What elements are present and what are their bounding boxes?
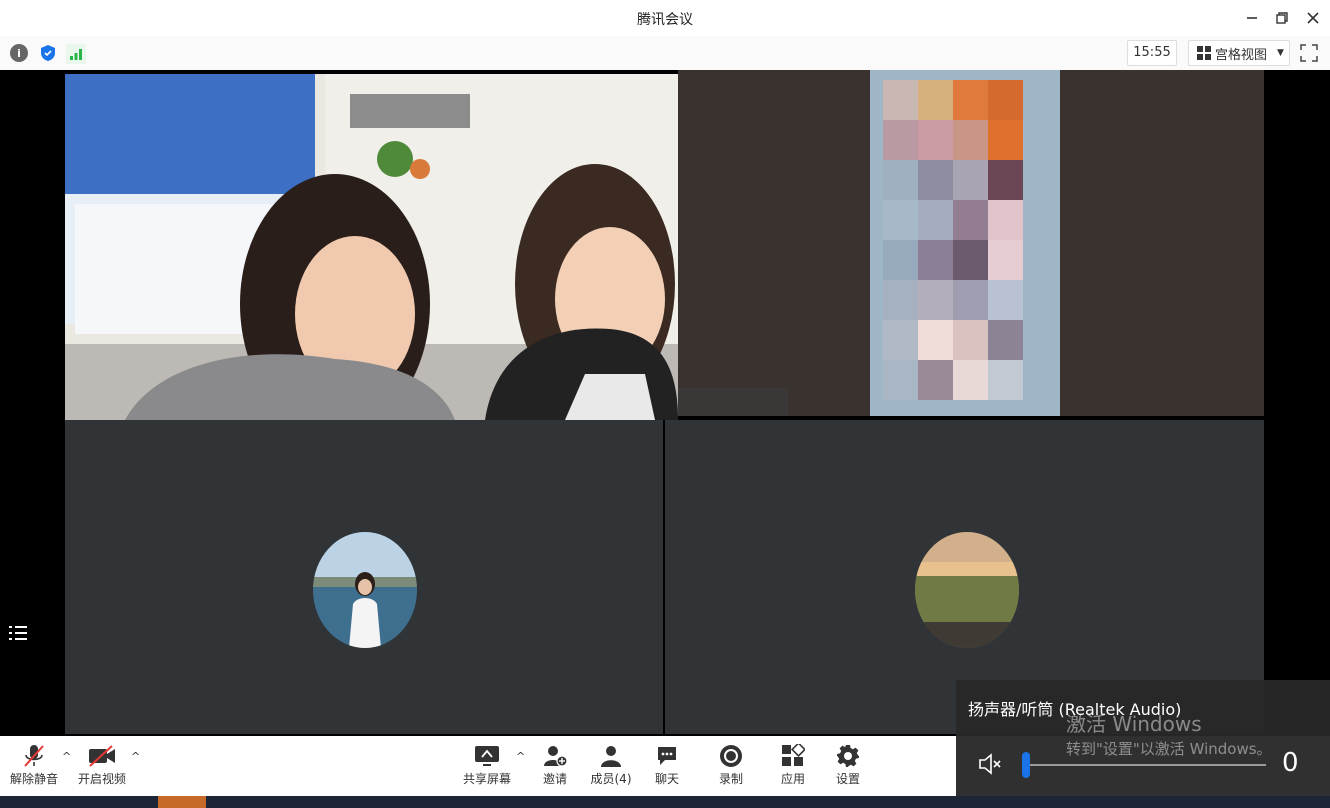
os-taskbar xyxy=(0,796,1330,808)
chat-label: 聊天 xyxy=(654,772,679,786)
signal-icon[interactable] xyxy=(66,44,86,64)
taskbar-app-icon[interactable] xyxy=(158,796,206,808)
grid-icon xyxy=(1197,46,1211,60)
members-button[interactable]: 成员(4) xyxy=(588,742,634,792)
view-mode-label: 宫格视图 xyxy=(1215,47,1268,63)
share-options-chevron-icon[interactable]: ^ xyxy=(516,750,525,763)
speaker-muted-icon[interactable] xyxy=(978,752,1004,779)
video-grid xyxy=(0,70,1330,736)
record-label: 录制 xyxy=(718,772,743,786)
minimize-icon[interactable] xyxy=(1240,6,1264,30)
gear-icon xyxy=(836,742,860,770)
invite-label: 邀请 xyxy=(542,772,567,786)
start-video-label: 开启视频 xyxy=(77,772,126,786)
volume-slider-track[interactable] xyxy=(1026,764,1266,766)
activation-watermark-hint: 转到"设置"以激活 Windows。 xyxy=(1066,740,1272,758)
settings-button[interactable]: 设置 xyxy=(833,742,863,792)
participant-avatar xyxy=(915,532,1019,648)
record-icon xyxy=(719,742,743,770)
video-tile-camera[interactable] xyxy=(65,74,678,420)
add-user-icon xyxy=(543,742,567,770)
window-title: 腾讯会议 xyxy=(637,12,693,28)
meeting-clock: 15:55 xyxy=(1127,40,1177,66)
members-label: 成员(4) xyxy=(590,772,632,786)
start-video-button[interactable]: 开启视频 xyxy=(76,742,128,792)
fullscreen-icon[interactable] xyxy=(1300,44,1318,65)
audio-volume-panel: 扬声器/听筒 (Realtek Audio) 激活 Windows 转到"设置"… xyxy=(956,680,1330,796)
pixelated-feed-image xyxy=(678,70,1264,416)
title-bar: 腾讯会议 xyxy=(0,0,1330,36)
settings-label: 设置 xyxy=(835,772,860,786)
restore-icon[interactable] xyxy=(1270,6,1294,30)
video-tile-remote[interactable] xyxy=(678,70,1264,416)
volume-slider-thumb[interactable] xyxy=(1022,752,1030,778)
shield-icon[interactable] xyxy=(39,44,57,62)
video-options-chevron-icon[interactable]: ^ xyxy=(131,750,140,763)
share-screen-label: 共享屏幕 xyxy=(462,772,511,786)
camera-feed-image xyxy=(65,74,678,420)
view-mode-dropdown[interactable]: 宫格视图 ▼ xyxy=(1188,40,1290,66)
chevron-down-icon: ▼ xyxy=(1277,48,1284,58)
list-icon[interactable] xyxy=(9,624,29,645)
apps-label: 应用 xyxy=(780,772,805,786)
members-icon xyxy=(600,742,622,770)
chat-icon xyxy=(656,742,678,770)
video-tile-avatar-1[interactable] xyxy=(65,420,663,734)
microphone-muted-icon xyxy=(23,742,45,770)
unmute-label: 解除静音 xyxy=(10,772,59,786)
apps-button[interactable]: 应用 xyxy=(778,742,808,792)
invite-button[interactable]: 邀请 xyxy=(538,742,572,792)
volume-value: 0 xyxy=(1282,748,1299,778)
camera-off-icon xyxy=(88,742,116,770)
close-icon[interactable] xyxy=(1301,6,1325,30)
share-screen-icon xyxy=(474,742,500,770)
share-screen-button[interactable]: 共享屏幕 xyxy=(462,742,512,792)
chat-button[interactable]: 聊天 xyxy=(652,742,682,792)
info-icon[interactable]: i xyxy=(10,44,28,62)
activation-watermark-title: 激活 Windows xyxy=(1066,712,1202,736)
audio-options-chevron-icon[interactable]: ^ xyxy=(62,750,71,763)
meeting-info-bar: i 15:55 宫格视图 ▼ xyxy=(0,36,1330,71)
apps-icon xyxy=(781,742,805,770)
record-button[interactable]: 录制 xyxy=(716,742,746,792)
participant-avatar xyxy=(313,532,417,648)
unmute-button[interactable]: 解除静音 xyxy=(10,742,58,792)
